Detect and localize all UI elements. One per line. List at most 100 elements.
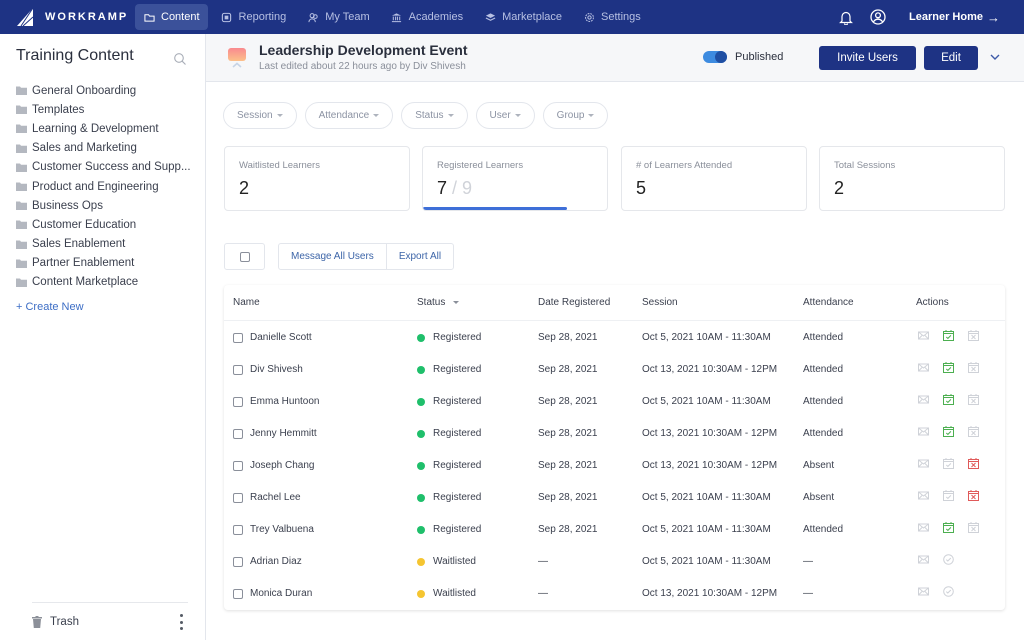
nav-content[interactable]: Content [135,4,208,30]
trash-link[interactable]: Trash [50,616,79,628]
stat-registered-learners[interactable]: Registered Learners 7 / 9 [422,146,608,211]
learner-name[interactable]: Joseph Chang [250,460,315,471]
learner-name[interactable]: Adrian Diaz [250,556,302,567]
attendance: Attended [803,396,844,407]
event-icon [228,48,246,68]
mark-absent-icon[interactable] [968,522,979,533]
published-label: Published [735,51,784,63]
sidebar-item-label: Customer Success and Supp... [32,161,191,174]
learner-name[interactable]: Rachel Lee [250,492,301,503]
sidebar-item-general-onboarding[interactable]: General Onboarding [16,81,196,100]
row-checkbox[interactable] [233,397,243,407]
learner-name[interactable]: Danielle Scott [250,332,312,343]
stat-total-sessions[interactable]: Total Sessions 2 [819,146,1005,211]
search-icon[interactable] [173,52,187,66]
message-icon[interactable] [918,426,929,437]
column-status[interactable]: Status [417,297,460,308]
status-badge: Registered [417,460,481,471]
row-checkbox[interactable] [233,429,243,439]
nav-settings[interactable]: Settings [575,4,649,30]
nav-reporting[interactable]: Reporting [213,4,295,30]
published-toggle[interactable] [703,51,727,63]
select-all-checkbox[interactable] [239,251,250,262]
row-checkbox[interactable] [233,493,243,503]
nav-my-team[interactable]: My Team [299,4,377,30]
message-all-users-button[interactable]: Message All Users [279,244,386,269]
profile-button[interactable] [869,8,887,26]
mark-absent-icon[interactable] [968,458,979,469]
learner-name[interactable]: Monica Duran [250,588,312,599]
status-dot [417,589,425,598]
filter-label: Status [415,110,444,121]
message-icon[interactable] [918,490,929,501]
edit-button[interactable]: Edit [924,46,978,70]
sidebar-item-business-ops[interactable]: Business Ops [16,196,196,215]
create-new-link[interactable]: + Create New [16,301,84,313]
export-all-button[interactable]: Export All [385,244,453,269]
mark-attended-icon[interactable] [943,362,954,373]
mark-attended-icon[interactable] [943,490,954,501]
learner-name[interactable]: Trey Valbuena [250,524,314,535]
chevron-down-icon[interactable] [989,52,1001,62]
mark-attended-icon[interactable] [943,330,954,341]
column-attendance[interactable]: Attendance [803,297,854,308]
nav-marketplace[interactable]: Marketplace [476,4,570,30]
invite-users-button[interactable]: Invite Users [819,46,916,70]
stat-learners-attended[interactable]: # of Learners Attended 5 [621,146,807,211]
row-checkbox[interactable] [233,461,243,471]
mark-attended-icon[interactable] [943,426,954,437]
folder-icon [16,259,27,268]
sidebar-item-sales-marketing[interactable]: Sales and Marketing [16,139,196,158]
mark-absent-icon[interactable] [968,426,979,437]
row-checkbox[interactable] [233,525,243,535]
more-options-icon[interactable] [178,614,184,630]
status-badge: Registered [417,396,481,407]
row-checkbox[interactable] [233,589,243,599]
sidebar-item-customer-success[interactable]: Customer Success and Supp... [16,158,196,177]
column-actions: Actions [916,297,949,308]
row-checkbox[interactable] [233,333,243,343]
message-icon[interactable] [918,586,929,597]
filter-status[interactable]: Status [401,102,468,129]
message-icon[interactable] [918,394,929,405]
sidebar-item-sales-enablement[interactable]: Sales Enablement [16,235,196,254]
sidebar-item-templates[interactable]: Templates [16,100,196,119]
approve-icon[interactable] [943,554,954,565]
filter-group[interactable]: Group [542,102,609,129]
mark-attended-icon[interactable] [943,458,954,469]
workramp-logo[interactable]: WORKRAMP [17,8,135,26]
message-icon[interactable] [918,362,929,373]
learner-home-link[interactable]: Learner Home → [909,10,1000,25]
mark-absent-icon[interactable] [968,490,979,501]
column-date-registered[interactable]: Date Registered [538,297,610,308]
stat-waitlisted-learners[interactable]: Waitlisted Learners 2 [224,146,410,211]
sidebar-item-product-engineering[interactable]: Product and Engineering [16,177,196,196]
approve-icon[interactable] [943,586,954,597]
session: Oct 13, 2021 10:30AM - 12PM [642,588,778,599]
sidebar-item-content-marketplace[interactable]: Content Marketplace [16,273,196,292]
mark-absent-icon[interactable] [968,362,979,373]
row-checkbox[interactable] [233,557,243,567]
message-icon[interactable] [918,330,929,341]
filter-user[interactable]: User [475,102,535,129]
filter-attendance[interactable]: Attendance [304,102,394,129]
message-icon[interactable] [918,522,929,533]
column-session[interactable]: Session [642,297,678,308]
message-icon[interactable] [918,458,929,469]
mark-attended-icon[interactable] [943,522,954,533]
sidebar-item-learning-development[interactable]: Learning & Development [16,119,196,138]
sidebar-item-partner-enablement[interactable]: Partner Enablement [16,254,196,273]
message-icon[interactable] [918,554,929,565]
mark-absent-icon[interactable] [968,394,979,405]
filter-session[interactable]: Session [223,102,297,129]
nav-academies[interactable]: Academies [383,4,471,30]
sidebar-item-customer-education[interactable]: Customer Education [16,215,196,234]
notifications-button[interactable] [837,8,855,26]
learner-name[interactable]: Emma Huntoon [250,396,319,407]
mark-attended-icon[interactable] [943,394,954,405]
row-checkbox[interactable] [233,365,243,375]
column-name[interactable]: Name [233,297,260,308]
learner-name[interactable]: Jenny Hemmitt [250,428,317,439]
mark-absent-icon[interactable] [968,330,979,341]
learner-name[interactable]: Div Shivesh [250,364,303,375]
